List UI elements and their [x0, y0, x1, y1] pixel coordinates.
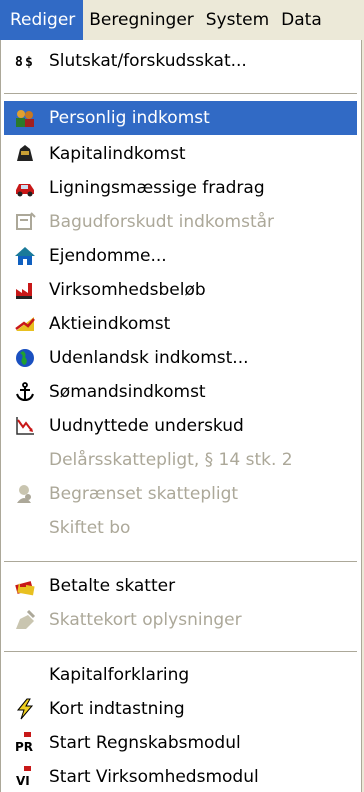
menu-item-kort-indtastning[interactable]: Kort indtastning: [4, 692, 357, 726]
menu-separator: [4, 93, 357, 95]
menu-item-betalte-skatter[interactable]: Betalte skatter: [4, 569, 357, 603]
menu-item-label: Kort indtastning: [49, 699, 185, 719]
menu-item-label: Start Regnskabsmodul: [49, 733, 241, 753]
menu-item-soemandsindkomst[interactable]: Sømandsindkomst: [4, 375, 357, 409]
menu-item-label: Begrænset skattepligt: [49, 484, 239, 504]
chart-arrow-icon: [14, 415, 36, 437]
menu-item-label: Skattekort oplysninger: [49, 610, 242, 630]
lightning-icon: [14, 698, 36, 720]
pr-icon: PR: [14, 732, 36, 754]
menu-item-label: Start Virksomhedsmodul: [49, 767, 259, 787]
menu-item-ejendomme[interactable]: Ejendomme...: [4, 239, 357, 273]
menu-item-udenlandsk-indkomst[interactable]: Udenlandsk indkomst...: [4, 341, 357, 375]
menu-item-label: Ejendomme...: [49, 246, 167, 266]
menu-item-kapitalforklaring[interactable]: Kapitalforklaring: [4, 658, 357, 692]
menu-item-label: Kapitalforklaring: [49, 665, 190, 685]
menu-item-ligningsmaessige-fradrag[interactable]: Ligningsmæssige fradrag: [4, 171, 357, 205]
menu-item-slutskat[interactable]: 8 $ Slutskat/forskudsskat...: [4, 44, 357, 78]
menu-item-label: Virksomhedsbeløb: [49, 280, 206, 300]
menubar-beregninger[interactable]: Beregninger: [83, 0, 200, 40]
menu-item-label: Aktieindkomst: [49, 314, 171, 334]
rediger-dropdown-menu: 8 $ Slutskat/forskudsskat... Personlig in…: [0, 40, 362, 792]
menu-item-bagudforskudt: Bagudforskudt indkomstår: [4, 205, 357, 239]
people-icon: [14, 107, 36, 129]
person-icon: [14, 483, 36, 505]
tax-card-icon: [14, 609, 36, 631]
bills-icon: [14, 575, 36, 597]
svg-text:VI: VI: [16, 774, 30, 788]
menu-separator: [4, 651, 357, 653]
money-bag-icon: [14, 143, 36, 165]
calendar-icon: [14, 211, 36, 233]
menu-bar: Rediger Beregninger System Data: [0, 0, 364, 40]
menubar-data[interactable]: Data: [275, 0, 328, 40]
svg-text:8: 8: [15, 55, 23, 70]
menu-item-label: Betalte skatter: [49, 576, 176, 596]
menu-item-personlig-indkomst[interactable]: Personlig indkomst: [4, 101, 357, 135]
slutskat-icon: 8 $: [14, 50, 36, 72]
menu-item-aktieindkomst[interactable]: Aktieindkomst: [4, 307, 357, 341]
svg-text:PR: PR: [15, 740, 33, 754]
globe-icon: [14, 347, 36, 369]
menu-item-uudnyttede-underskud[interactable]: Uudnyttede underskud: [4, 409, 357, 443]
menu-item-skiftet-bo: Skiftet bo: [4, 511, 357, 545]
menu-item-delaarsskattepligt: Delårsskattepligt, § 14 stk. 2: [4, 443, 357, 477]
menu-item-label: Kapitalindkomst: [49, 144, 186, 164]
vi-icon: VI: [14, 766, 36, 788]
menu-item-label: Slutskat/forskudsskat...: [49, 51, 247, 71]
menu-item-label: Delårsskattepligt, § 14 stk. 2: [49, 450, 293, 470]
menu-item-skattekort-oplysninger: Skattekort oplysninger: [4, 603, 357, 637]
menu-item-label: Bagudforskudt indkomstår: [49, 212, 275, 232]
menu-item-start-regnskabsmodul[interactable]: PR Start Regnskabsmodul: [4, 726, 357, 760]
anchor-icon: [14, 381, 36, 403]
menu-separator: [4, 561, 357, 563]
menubar-system[interactable]: System: [200, 0, 275, 40]
menu-item-label: Uudnyttede underskud: [49, 416, 244, 436]
menu-item-label: Skiftet bo: [49, 518, 131, 538]
house-icon: [14, 245, 36, 267]
car-icon: [14, 177, 36, 199]
svg-text:$: $: [25, 55, 33, 70]
menu-item-begraenset-skattepligt: Begrænset skattepligt: [4, 477, 357, 511]
stock-icon: [14, 313, 36, 335]
menu-item-label: Udenlandsk indkomst...: [49, 348, 249, 368]
factory-icon: [14, 279, 36, 301]
menu-item-label: Ligningsmæssige fradrag: [49, 178, 265, 198]
menu-item-label: Personlig indkomst: [49, 108, 210, 128]
menu-item-virksomhedsbeloeb[interactable]: Virksomhedsbeløb: [4, 273, 357, 307]
menu-item-kapitalindkomst[interactable]: Kapitalindkomst: [4, 137, 357, 171]
menubar-rediger[interactable]: Rediger: [0, 0, 84, 40]
menu-item-start-virksomhedsmodul[interactable]: VI Start Virksomhedsmodul: [4, 760, 357, 792]
menu-item-label: Sømandsindkomst: [49, 382, 206, 402]
